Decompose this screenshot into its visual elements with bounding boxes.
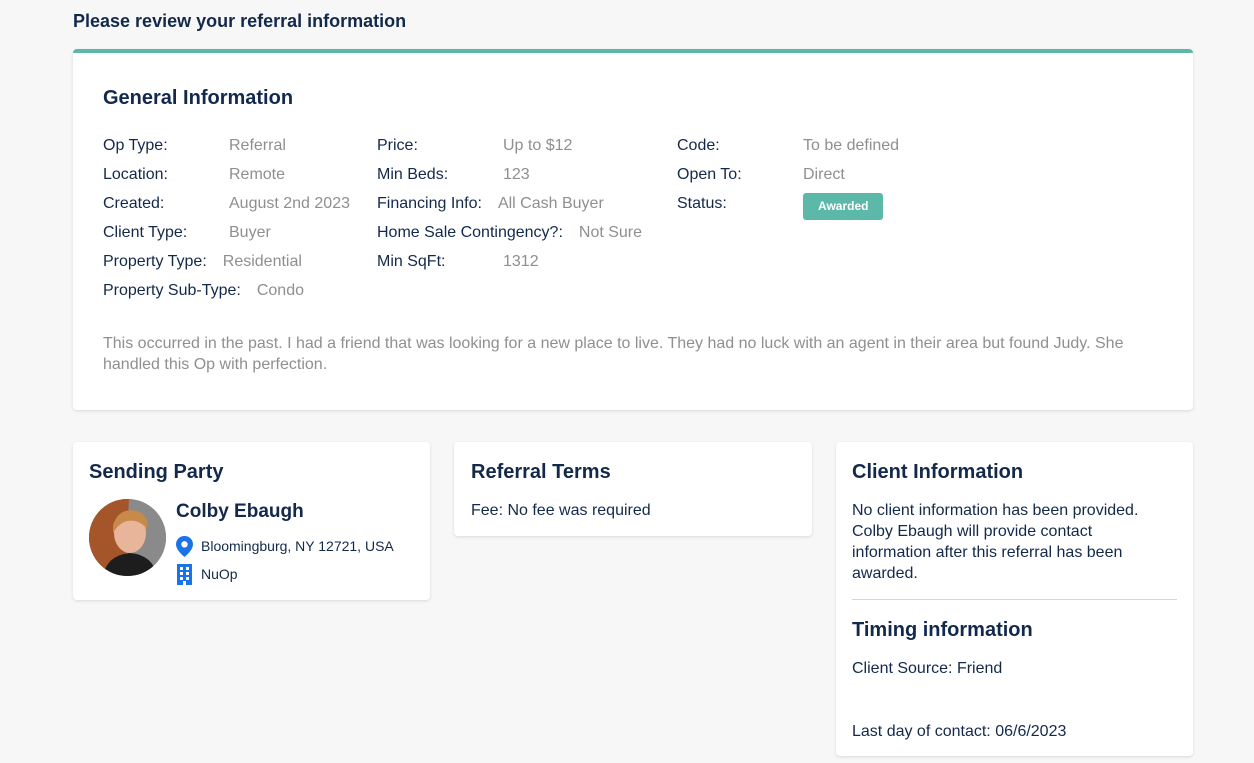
referral-terms-title: Referral Terms: [471, 461, 611, 483]
info-label: Status:: [677, 195, 727, 212]
info-row-financing-info: Financing Info: All Cash Buyer: [377, 193, 642, 222]
client-information-card: Client Information No client information…: [836, 442, 1193, 756]
info-value: August 2nd 2023: [229, 195, 350, 212]
info-row-min-sqft: Min SqFt: 1312: [377, 251, 642, 280]
info-value: Referral: [229, 137, 286, 154]
client-information-title: Client Information: [852, 461, 1024, 483]
info-label: Financing Info:: [377, 195, 482, 212]
building-icon: [177, 563, 192, 585]
sender-location-row: Bloomingburg, NY 12721, USA: [176, 535, 394, 557]
info-value: Buyer: [229, 224, 271, 241]
status-badge: Awarded: [803, 193, 884, 220]
map-pin-icon: [176, 535, 193, 557]
last-contact-date: Last day of contact: 06/6/2023: [852, 723, 1067, 740]
info-row-created: Created: August 2nd 2023: [103, 193, 350, 222]
general-info-column-2: Price: Up to $12 Min Beds: 123 Financing I…: [377, 135, 642, 280]
general-info-column-1: Op Type: Referral Location: Remote Created…: [103, 135, 350, 309]
info-label: Open To:: [677, 166, 742, 183]
info-row-property-sub-type: Property Sub-Type: Condo: [103, 280, 350, 309]
info-label: Client Type:: [103, 224, 188, 241]
sender-location: Bloomingburg, NY 12721, USA: [201, 538, 394, 554]
info-label: Created:: [103, 195, 165, 212]
general-information-card: General Information Op Type: Referral Loc…: [73, 49, 1193, 410]
referral-description: This occurred in the past. I had a frien…: [103, 335, 1124, 373]
info-value: Up to $12: [503, 137, 573, 154]
info-value: Condo: [256, 282, 304, 299]
info-label: Code:: [677, 137, 720, 154]
info-row-open-to: Open To: Direct: [677, 164, 899, 193]
info-value: All Cash Buyer: [497, 195, 604, 212]
sender-company: NuOp: [201, 566, 238, 582]
info-value: Remote: [229, 166, 286, 183]
avatar: [89, 499, 166, 576]
sending-party-card: Sending Party Colby Ebaugh Bloomingburg,…: [73, 442, 430, 600]
info-row-min-beds: Min Beds: 123: [377, 164, 642, 193]
info-label: Min SqFt:: [377, 253, 446, 270]
info-value: To be defined: [803, 137, 900, 154]
client-source: Client Source: Friend: [852, 660, 1003, 677]
info-row-home-sale-contingency: Home Sale Contingency?: Not Sure: [377, 222, 642, 251]
general-info-column-3: Code: To be defined Open To: Direct Status…: [677, 135, 899, 222]
referral-terms-card: Referral Terms Fee: No fee was required: [454, 442, 812, 536]
info-label: Op Type:: [103, 137, 168, 154]
sending-party-title: Sending Party: [89, 461, 224, 483]
divider: [852, 599, 1177, 600]
info-row-status: Status: Awarded: [677, 193, 899, 222]
info-row-client-type: Client Type: Buyer: [103, 222, 350, 251]
info-label: Location:: [103, 166, 168, 183]
info-row-price: Price: Up to $12: [377, 135, 642, 164]
referral-fee: Fee: No fee was required: [471, 502, 651, 519]
sender-company-row: NuOp: [176, 563, 238, 585]
info-label: Property Type:: [103, 253, 207, 270]
general-information-title: General Information: [103, 87, 294, 109]
info-row-op-type: Op Type: Referral: [103, 135, 350, 164]
info-value: 1312: [503, 253, 539, 270]
info-label: Price:: [377, 137, 418, 154]
info-row-property-type: Property Type: Residential: [103, 251, 350, 280]
page-title: Please review your referral information: [73, 11, 407, 31]
info-label: Home Sale Contingency?:: [377, 224, 563, 241]
info-value: 123: [503, 166, 530, 183]
client-information-text: No client information has been provided.…: [852, 502, 1139, 582]
info-value: Residential: [222, 253, 302, 270]
info-row-location: Location: Remote: [103, 164, 350, 193]
timing-information-title: Timing information: [852, 619, 1033, 641]
info-row-code: Code: To be defined: [677, 135, 899, 164]
info-value: Not Sure: [578, 224, 643, 241]
info-label: Min Beds:: [377, 166, 449, 183]
info-value: Direct: [803, 166, 845, 183]
info-label: Property Sub-Type:: [103, 282, 241, 299]
sender-name: Colby Ebaugh: [176, 501, 304, 522]
